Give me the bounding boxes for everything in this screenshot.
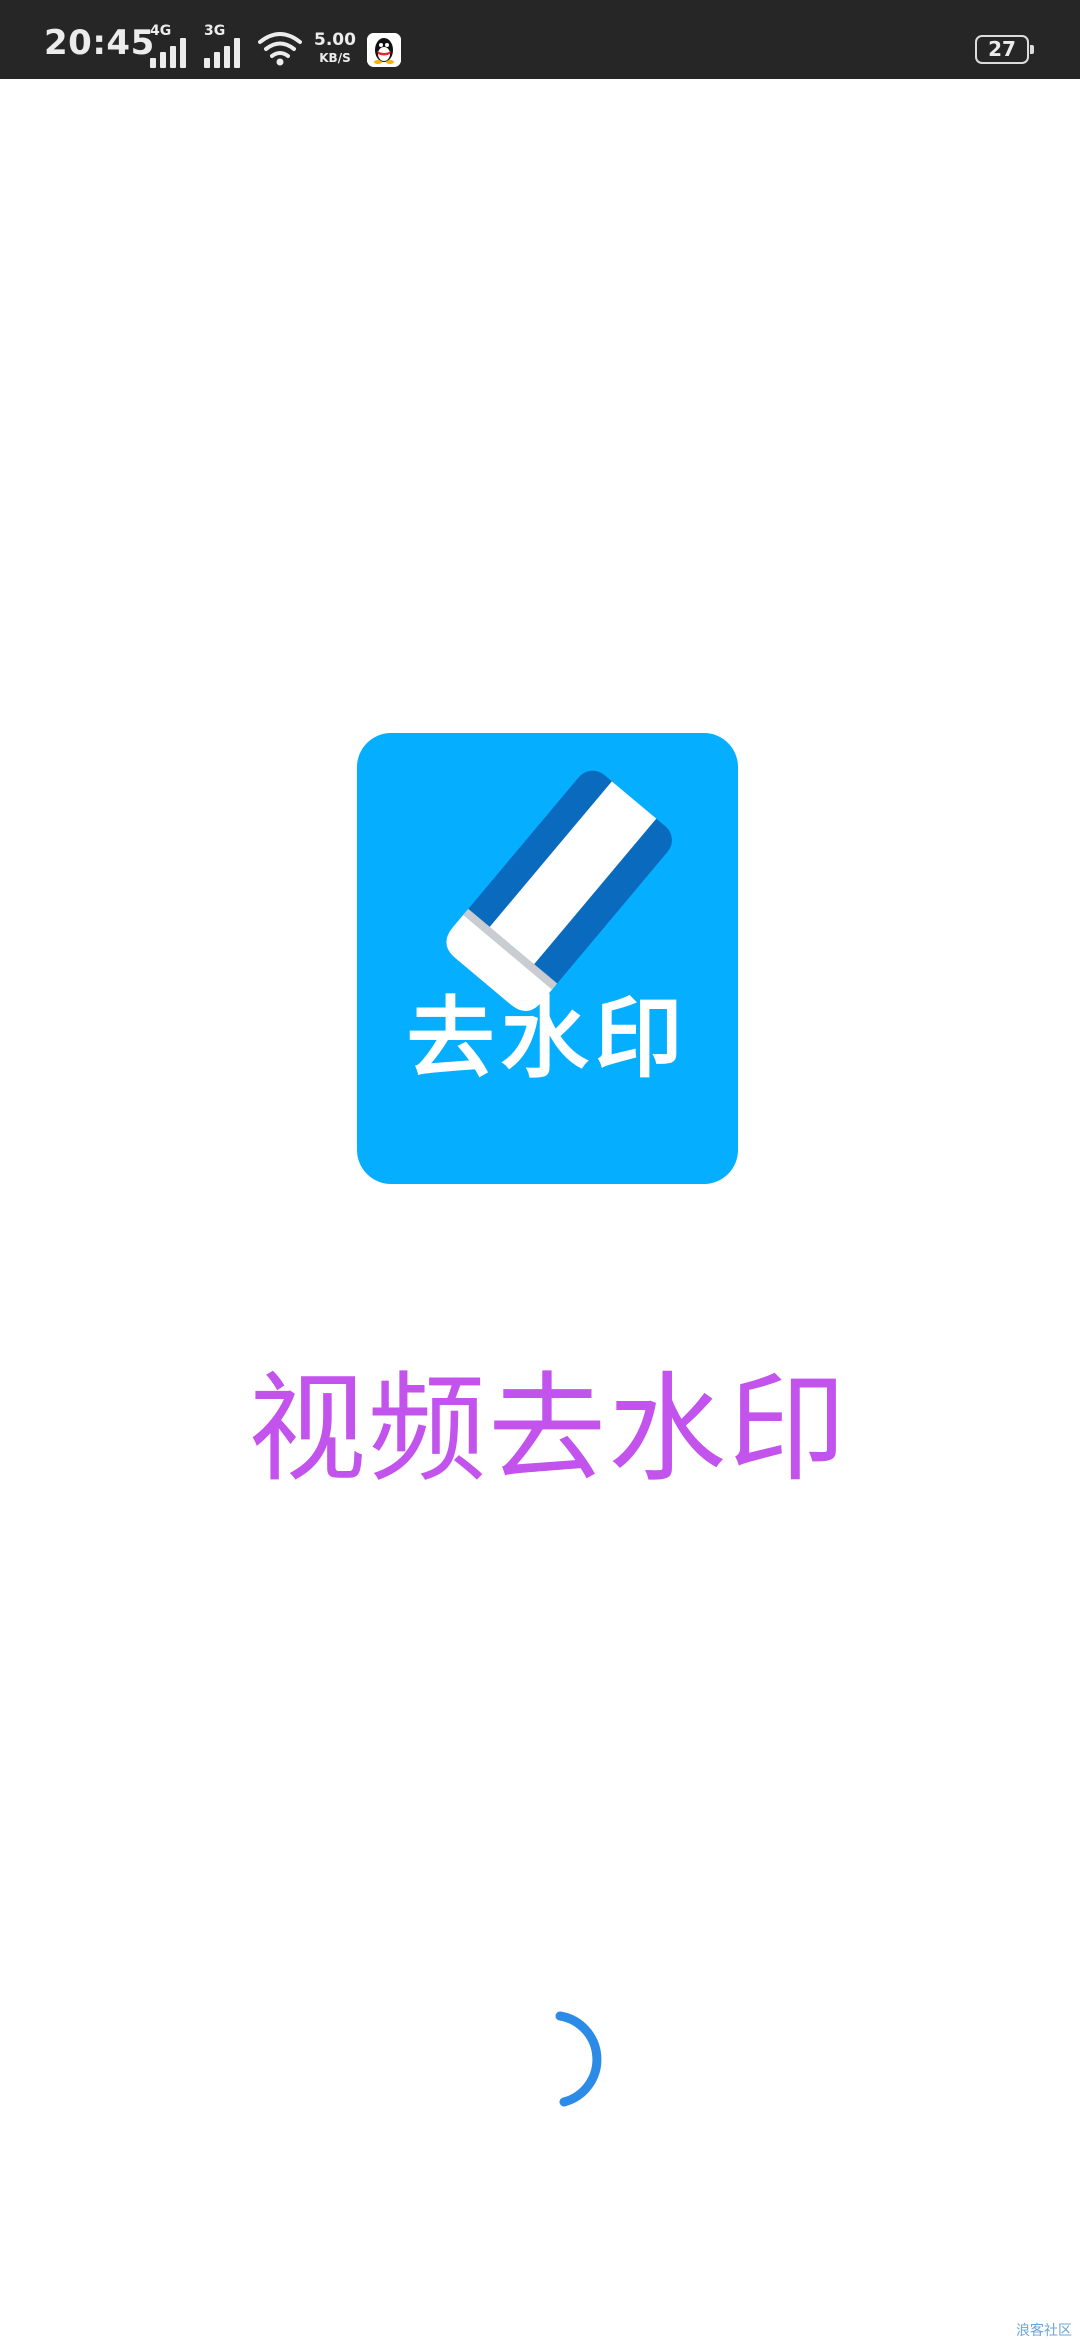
battery-icon: 27 xyxy=(975,35,1034,64)
signal-4g-label: 4G xyxy=(150,23,172,39)
network-speed-unit: KB/S xyxy=(319,51,351,65)
app-logo: 去水印 xyxy=(357,733,738,1184)
status-bar: 20:45 4G 3G 5.00 KB/S 27 xyxy=(0,0,1080,79)
status-time: 20:45 xyxy=(44,23,155,63)
logo-text: 去水印 xyxy=(406,987,689,1090)
app-name-title: 视频去水印 xyxy=(247,1360,848,1498)
network-speed: 5.00 KB/S xyxy=(312,30,358,65)
signal-3g-icon: 3G xyxy=(204,24,252,68)
signal-4g-icon: 4G xyxy=(150,24,198,68)
battery-level: 27 xyxy=(988,37,1016,61)
network-speed-value: 5.00 xyxy=(314,30,356,50)
splash-screen: 20:45 4G 3G 5.00 KB/S 27 去水印 视频去水印 浪客社区 xyxy=(0,0,1080,2340)
qq-notification-icon xyxy=(367,33,401,67)
signal-3g-label: 3G xyxy=(204,23,226,39)
loading-spinner-icon xyxy=(536,2010,606,2110)
wifi-icon xyxy=(258,30,302,66)
watermark-text: 浪客社区 xyxy=(1016,2323,1072,2339)
